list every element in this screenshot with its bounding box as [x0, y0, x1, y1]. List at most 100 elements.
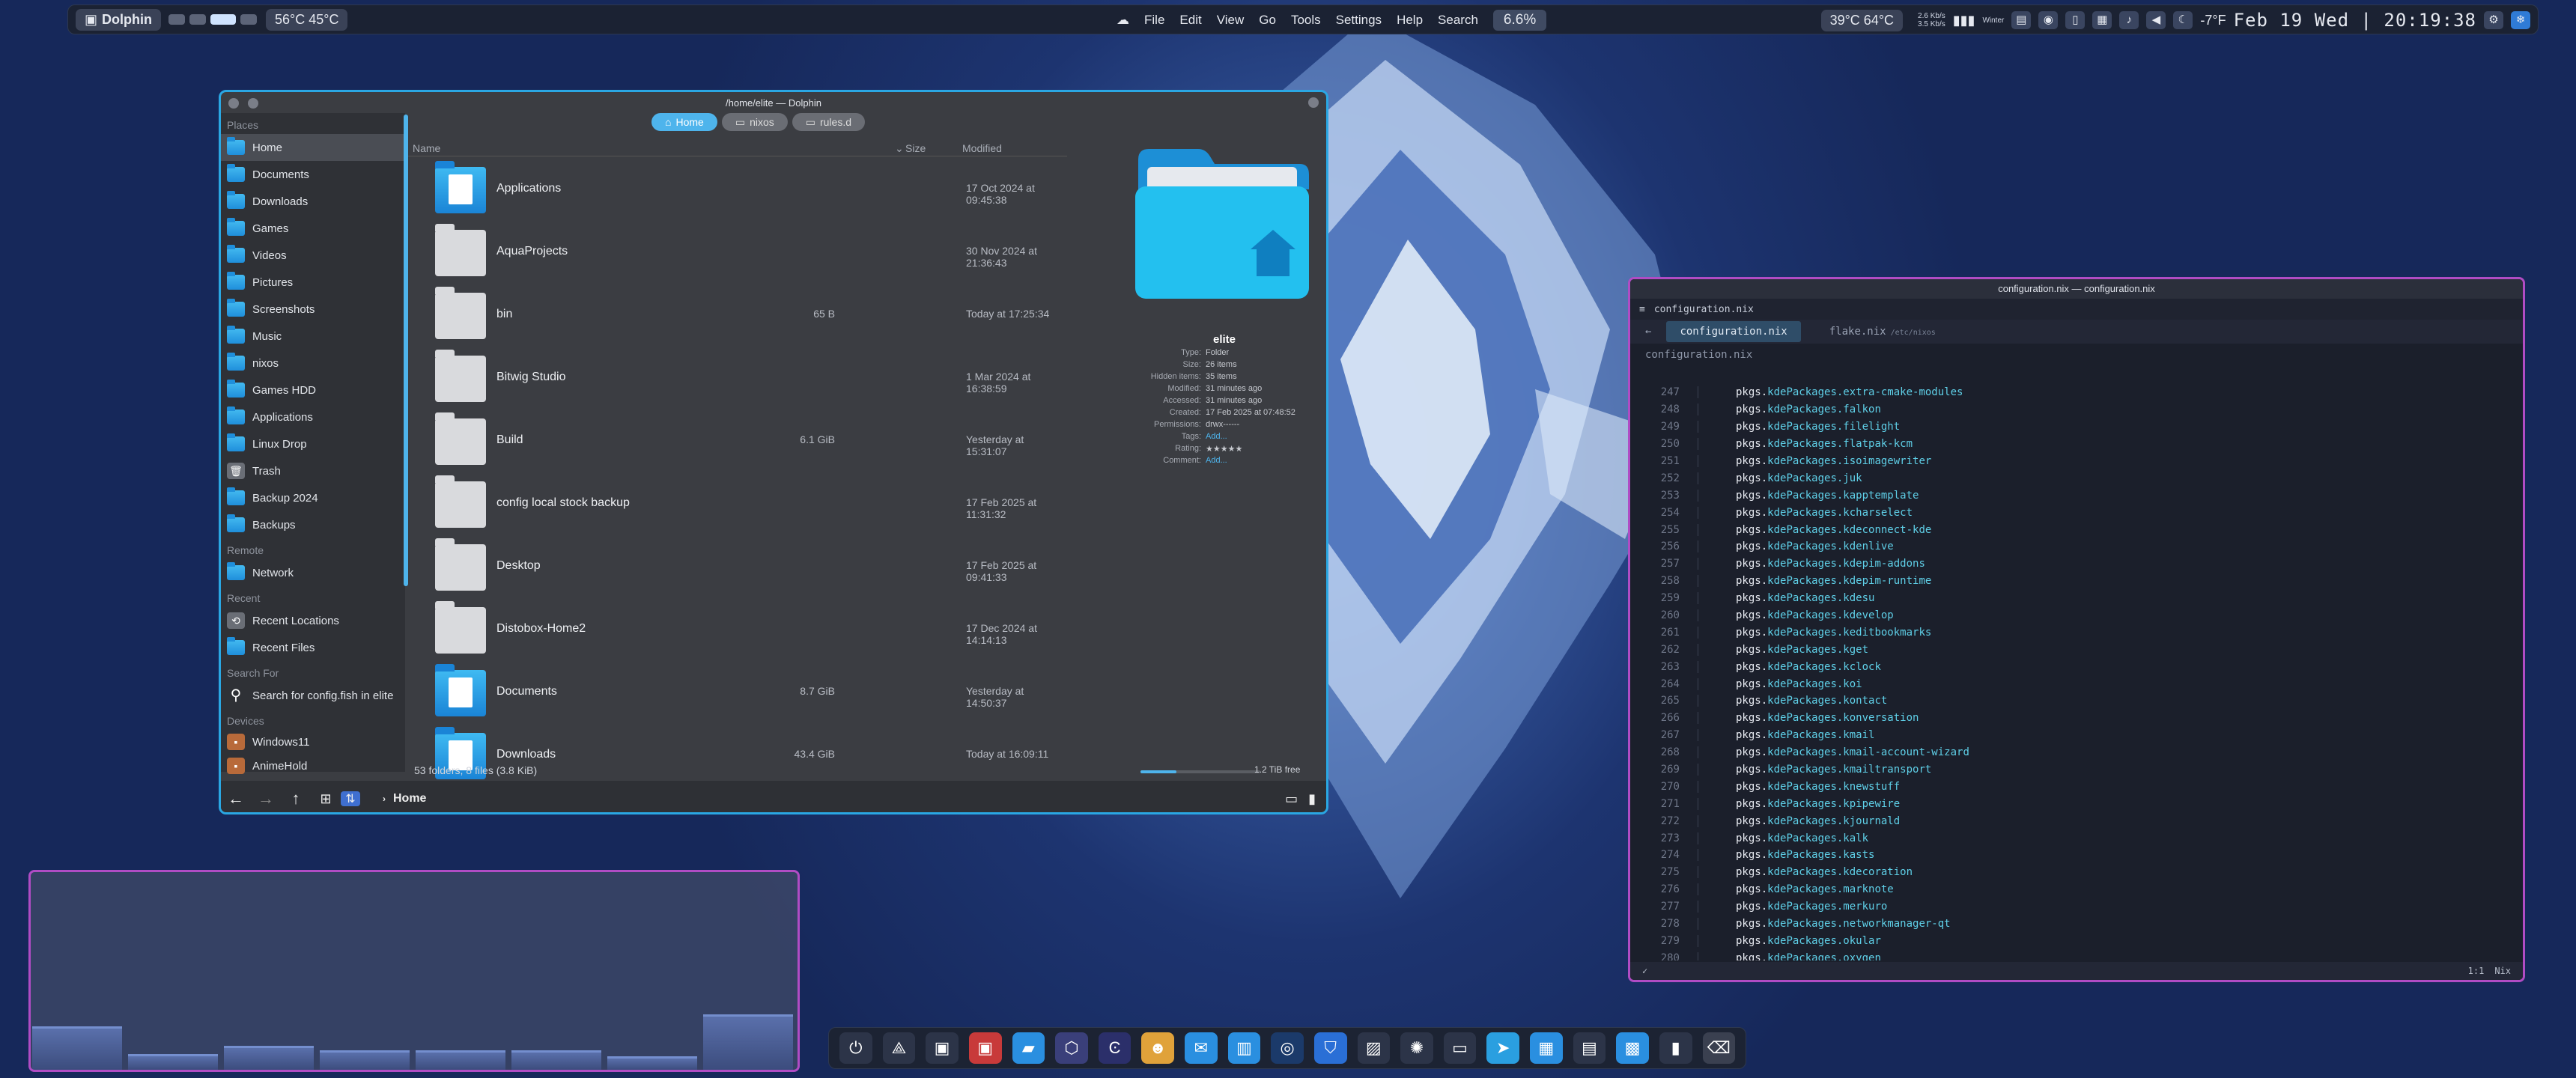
sidebar-item-backup-2024[interactable]: Backup 2024 — [221, 484, 405, 511]
files-icon[interactable]: ▰ — [1012, 1032, 1045, 1064]
file-row[interactable]: Documents 8.7 GiB Yesterday at 14:50:37 — [408, 661, 1067, 724]
column-name[interactable]: Name — [413, 142, 440, 154]
back-button[interactable]: ← — [221, 789, 251, 808]
sidebar-item-screenshots[interactable]: Screenshots — [221, 296, 405, 323]
tab-configuration-nix[interactable]: configuration.nix — [1666, 321, 1801, 342]
microphone-icon[interactable]: ♪ — [2119, 11, 2139, 29]
sidebar-item-games[interactable]: Games — [221, 215, 405, 242]
sidebar-item-downloads[interactable]: Downloads — [221, 188, 405, 215]
shield-icon[interactable]: ⛉ — [1313, 1032, 1347, 1064]
launcher-icon[interactable]: ❄ — [2511, 11, 2530, 29]
menu-edit[interactable]: Edit — [1179, 13, 1201, 28]
column-modified[interactable]: Modified — [962, 142, 1002, 154]
gear-icon[interactable]: ⚙ — [2484, 11, 2503, 29]
sidebar-item-saved-search[interactable]: ⚲ Search for config.fish in elite — [221, 682, 405, 709]
window-maximize-button[interactable] — [248, 98, 258, 109]
chart-icon[interactable]: ▥ — [1227, 1032, 1261, 1064]
sidebar-item-documents[interactable]: Documents — [221, 161, 405, 188]
console-icon[interactable]: ▮ — [1659, 1032, 1692, 1064]
file-row[interactable]: bin 65 B Today at 17:25:34 — [408, 284, 1067, 347]
up-button[interactable]: ↑ — [281, 789, 311, 808]
editor-icon[interactable]: Ͼ — [1098, 1032, 1131, 1064]
workspace-4[interactable] — [240, 14, 257, 25]
sidebar-item-windows11[interactable]: ▪ Windows11 — [221, 730, 405, 754]
sidebar-item-home[interactable]: Home — [221, 134, 405, 161]
keyboard-layout[interactable]: Winter — [1982, 16, 2004, 25]
notes-icon[interactable]: ▨ — [1357, 1032, 1391, 1064]
equalizer-icon[interactable]: ▮▮▮ — [1953, 13, 1975, 28]
menu-file[interactable]: File — [1144, 13, 1164, 28]
panel-toggle-button[interactable]: ▭ — [1285, 791, 1298, 807]
active-app-button[interactable]: ▣ Dolphin — [76, 8, 161, 31]
file-row[interactable]: config local stock backup 17 Feb 2025 at … — [408, 472, 1067, 535]
breadcrumb[interactable]: › Home — [383, 792, 426, 806]
code-view[interactable]: 247 pkgs.kdePackages.extra-cmake-modules 2… — [1630, 384, 2514, 960]
sidebar-item-trash[interactable]: 🗑 Trash — [221, 457, 405, 484]
workspace-1[interactable] — [168, 14, 185, 25]
window-close-button[interactable] — [1308, 97, 1319, 108]
terminal-red-icon[interactable]: ▣ — [968, 1032, 1002, 1064]
file-row[interactable]: Bitwig Studio 1 Mar 2024 at 16:38:59 — [408, 347, 1067, 409]
window-minimize-button[interactable] — [228, 98, 239, 109]
store-icon[interactable]: ▩ — [1616, 1032, 1649, 1064]
file-row[interactable]: AquaProjects 30 Nov 2024 at 21:36:43 — [408, 221, 1067, 284]
file-row[interactable]: Build 6.1 GiB Yesterday at 15:31:07 — [408, 409, 1067, 472]
sidebar-item-nixos[interactable]: nixos — [221, 350, 405, 377]
telegram-icon[interactable]: ➤ — [1486, 1032, 1519, 1064]
window-titlebar[interactable]: /home/elite — Dolphin — [221, 92, 1326, 113]
flow-icon[interactable]: ✺ — [1400, 1032, 1433, 1064]
workspace-3[interactable] — [210, 14, 236, 25]
workspace-2[interactable] — [189, 14, 206, 25]
menu-go[interactable]: Go — [1259, 13, 1276, 28]
menu-tools[interactable]: Tools — [1291, 13, 1321, 28]
hamburger-icon[interactable]: ≡ — [1639, 304, 1645, 315]
chat-icon[interactable]: ▤ — [1573, 1032, 1606, 1064]
battery-icon[interactable]: ▯ — [2065, 11, 2086, 29]
workspace-switcher[interactable] — [168, 14, 257, 25]
language-mode[interactable]: Nix — [2494, 966, 2511, 976]
sidebar-item-recent-files[interactable]: Recent Files — [221, 634, 405, 661]
sidebar-item-linux-drop[interactable]: Linux Drop — [221, 430, 405, 457]
tab-nixos[interactable]: ▭ nixos — [721, 113, 788, 131]
sidebar-item-pictures[interactable]: Pictures — [221, 269, 405, 296]
sidebar-item-recent-locations[interactable]: ⟲ Recent Locations — [221, 607, 405, 634]
menu-help[interactable]: Help — [1397, 13, 1423, 28]
network-icon[interactable]: ▦ — [2092, 11, 2112, 29]
clipboard-icon[interactable]: ▤ — [2011, 11, 2032, 29]
column-size[interactable]: Size — [905, 142, 926, 154]
file-row[interactable]: Distobox-Home2 17 Dec 2024 at 14:14:13 — [408, 598, 1067, 661]
view-mode-button[interactable]: ⊞ — [311, 791, 341, 807]
power-icon[interactable]: ⏻ — [839, 1032, 872, 1064]
split-view-button[interactable]: ⇅ — [341, 791, 360, 806]
calendar-icon[interactable]: ▦ — [1530, 1032, 1563, 1064]
tab-flake-nix[interactable]: flake.nix/etc/nixos — [1816, 321, 1949, 342]
forward-button[interactable]: → — [251, 789, 281, 808]
sidebar-item-games-hdd[interactable]: Games HDD — [221, 377, 405, 404]
sidebar-item-animehold[interactable]: ▪ AnimeHold — [221, 754, 405, 778]
menu-settings[interactable]: Settings — [1336, 13, 1382, 28]
file-row[interactable]: Desktop 17 Feb 2025 at 09:41:33 — [408, 535, 1067, 598]
vpn-icon[interactable]: ◉ — [2038, 11, 2059, 29]
sidebar-item-applications[interactable]: Applications — [221, 404, 405, 430]
clock[interactable]: Feb 19 Wed | 20:19:38 — [2234, 10, 2476, 31]
network-icon[interactable]: ⟁ — [882, 1032, 916, 1064]
volume-icon[interactable]: ◀ — [2146, 11, 2166, 29]
tab-rules[interactable]: ▭ rules.d — [792, 113, 866, 131]
bookmark-icon[interactable]: ▮ — [1308, 791, 1316, 807]
steam-icon[interactable]: ◎ — [1271, 1032, 1304, 1064]
sidebar-item-network[interactable]: Network — [221, 559, 405, 586]
menu-search[interactable]: Search — [1438, 13, 1478, 28]
tab-home[interactable]: ⌂ Home — [651, 113, 717, 131]
sidebar-item-music[interactable]: Music — [221, 323, 405, 350]
file-row[interactable]: Applications 17 Oct 2024 at 09:45:38 — [408, 158, 1067, 221]
avatar-icon[interactable]: ☻ — [1141, 1032, 1174, 1064]
sidebar-item-videos[interactable]: Videos — [221, 242, 405, 269]
trash-icon[interactable]: ⌫ — [1702, 1032, 1736, 1064]
back-icon[interactable]: ← — [1645, 326, 1651, 338]
monitor-icon[interactable]: ▭ — [1443, 1032, 1477, 1064]
mail-icon[interactable]: ✉ — [1185, 1032, 1218, 1064]
terminal-icon[interactable]: ▣ — [926, 1032, 959, 1064]
sidebar-item-backups[interactable]: Backups — [221, 511, 405, 538]
menu-view[interactable]: View — [1217, 13, 1245, 28]
editor-titlebar[interactable]: configuration.nix — configuration.nix — [1630, 279, 2523, 299]
